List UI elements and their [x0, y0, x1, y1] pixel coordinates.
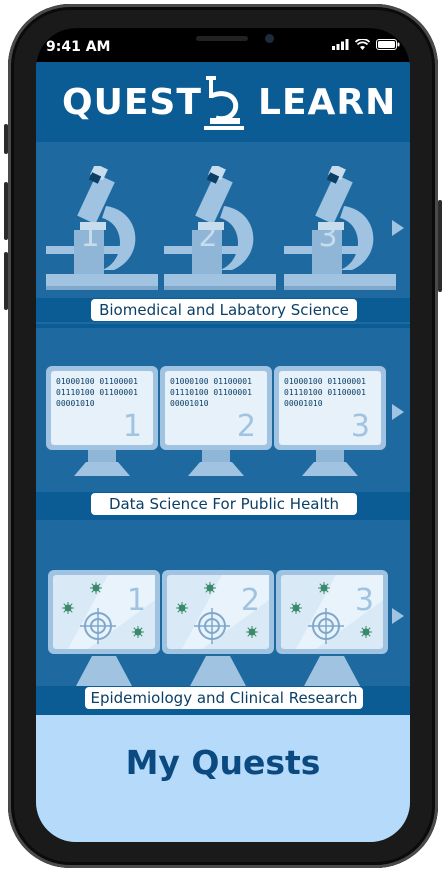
section-label[interactable]: Epidemiology and Clinical Research [85, 687, 363, 709]
next-arrow-icon[interactable] [392, 608, 404, 624]
binary-text: 01110100 01100001 [170, 388, 252, 397]
volume-down-button [4, 252, 8, 310]
virus-icon [360, 626, 372, 638]
tile-number: 1 [127, 583, 146, 618]
next-arrow-icon[interactable] [392, 220, 404, 236]
section-epidemiology[interactable]: 1 2 3 [36, 520, 410, 710]
section-label[interactable]: Biomedical and Labatory Science [91, 299, 357, 321]
binary-text: 00001010 [284, 399, 323, 408]
next-arrow-icon[interactable] [392, 404, 404, 420]
section-label[interactable]: Data Science For Public Health [91, 493, 357, 515]
virus-icon [176, 602, 188, 614]
tile-number: 2 [237, 409, 256, 444]
tile-number: 3 [355, 583, 374, 618]
microscope-tile-3[interactable]: 3 [284, 166, 396, 296]
virus-icon [90, 582, 102, 594]
microscope-icon [284, 166, 396, 290]
logo-text-quest: QUEST [62, 82, 202, 123]
speaker [196, 36, 248, 41]
microscope-tile-2[interactable]: 2 [164, 166, 276, 296]
tile-number: 3 [351, 409, 370, 444]
virus-icon [132, 626, 144, 638]
volume-up-button [4, 182, 8, 240]
binary-text: 01000100 01100001 [56, 377, 138, 386]
epidemiology-tile-1[interactable]: 1 [48, 570, 160, 686]
side-button [4, 124, 8, 154]
app-screen: 9:41 AM QUEST LEARN 1 2 3 Biomedical and… [36, 28, 410, 842]
app-header: QUEST LEARN [36, 62, 410, 142]
microscope-icon [164, 166, 276, 290]
virus-icon [246, 626, 258, 638]
monitor-tile-3[interactable]: 01000100 01100001 01110100 01100001 000010… [274, 366, 386, 476]
signal-icon [332, 39, 349, 50]
microscope-tile-1[interactable]: 1 [46, 166, 158, 296]
logo-text-learn: LEARN [258, 82, 397, 123]
tile-number: 1 [123, 409, 142, 444]
my-quests-title: My Quests [125, 743, 321, 782]
tile-number: 3 [318, 219, 337, 254]
logo-microscope-icon [204, 76, 244, 130]
microscope-icon [46, 166, 158, 290]
section-biomedical[interactable]: 1 2 3 [36, 142, 410, 324]
virus-icon [62, 602, 74, 614]
notch [170, 28, 276, 54]
status-icons [332, 39, 400, 50]
power-button [438, 200, 442, 292]
tile-number: 2 [198, 219, 217, 254]
monitor-tile-1[interactable]: 01000100 01100001 01110100 01100001 000010… [46, 366, 158, 476]
binary-text: 00001010 [56, 399, 95, 408]
epidemiology-tile-2[interactable]: 2 [162, 570, 274, 686]
section-data-science[interactable]: 01000100 01100001 01110100 01100001 000010… [36, 328, 410, 514]
epidemiology-tile-3[interactable]: 3 [276, 570, 388, 686]
binary-text: 01110100 01100001 [284, 388, 366, 397]
battery-icon [376, 39, 400, 50]
tile-number: 1 [80, 219, 99, 254]
status-bar: 9:41 AM [36, 28, 410, 62]
my-quests-panel[interactable]: My Quests [36, 715, 410, 842]
virus-icon [290, 602, 302, 614]
front-camera [265, 34, 274, 43]
status-time: 9:41 AM [46, 39, 111, 55]
binary-text: 00001010 [170, 399, 209, 408]
binary-text: 01000100 01100001 [170, 377, 252, 386]
virus-icon [204, 582, 216, 594]
virus-icon [318, 582, 330, 594]
binary-text: 01110100 01100001 [56, 388, 138, 397]
wifi-icon [355, 39, 370, 50]
monitor-tile-2[interactable]: 01000100 01100001 01110100 01100001 000010… [160, 366, 272, 476]
tile-number: 2 [241, 583, 260, 618]
binary-text: 01000100 01100001 [284, 377, 366, 386]
